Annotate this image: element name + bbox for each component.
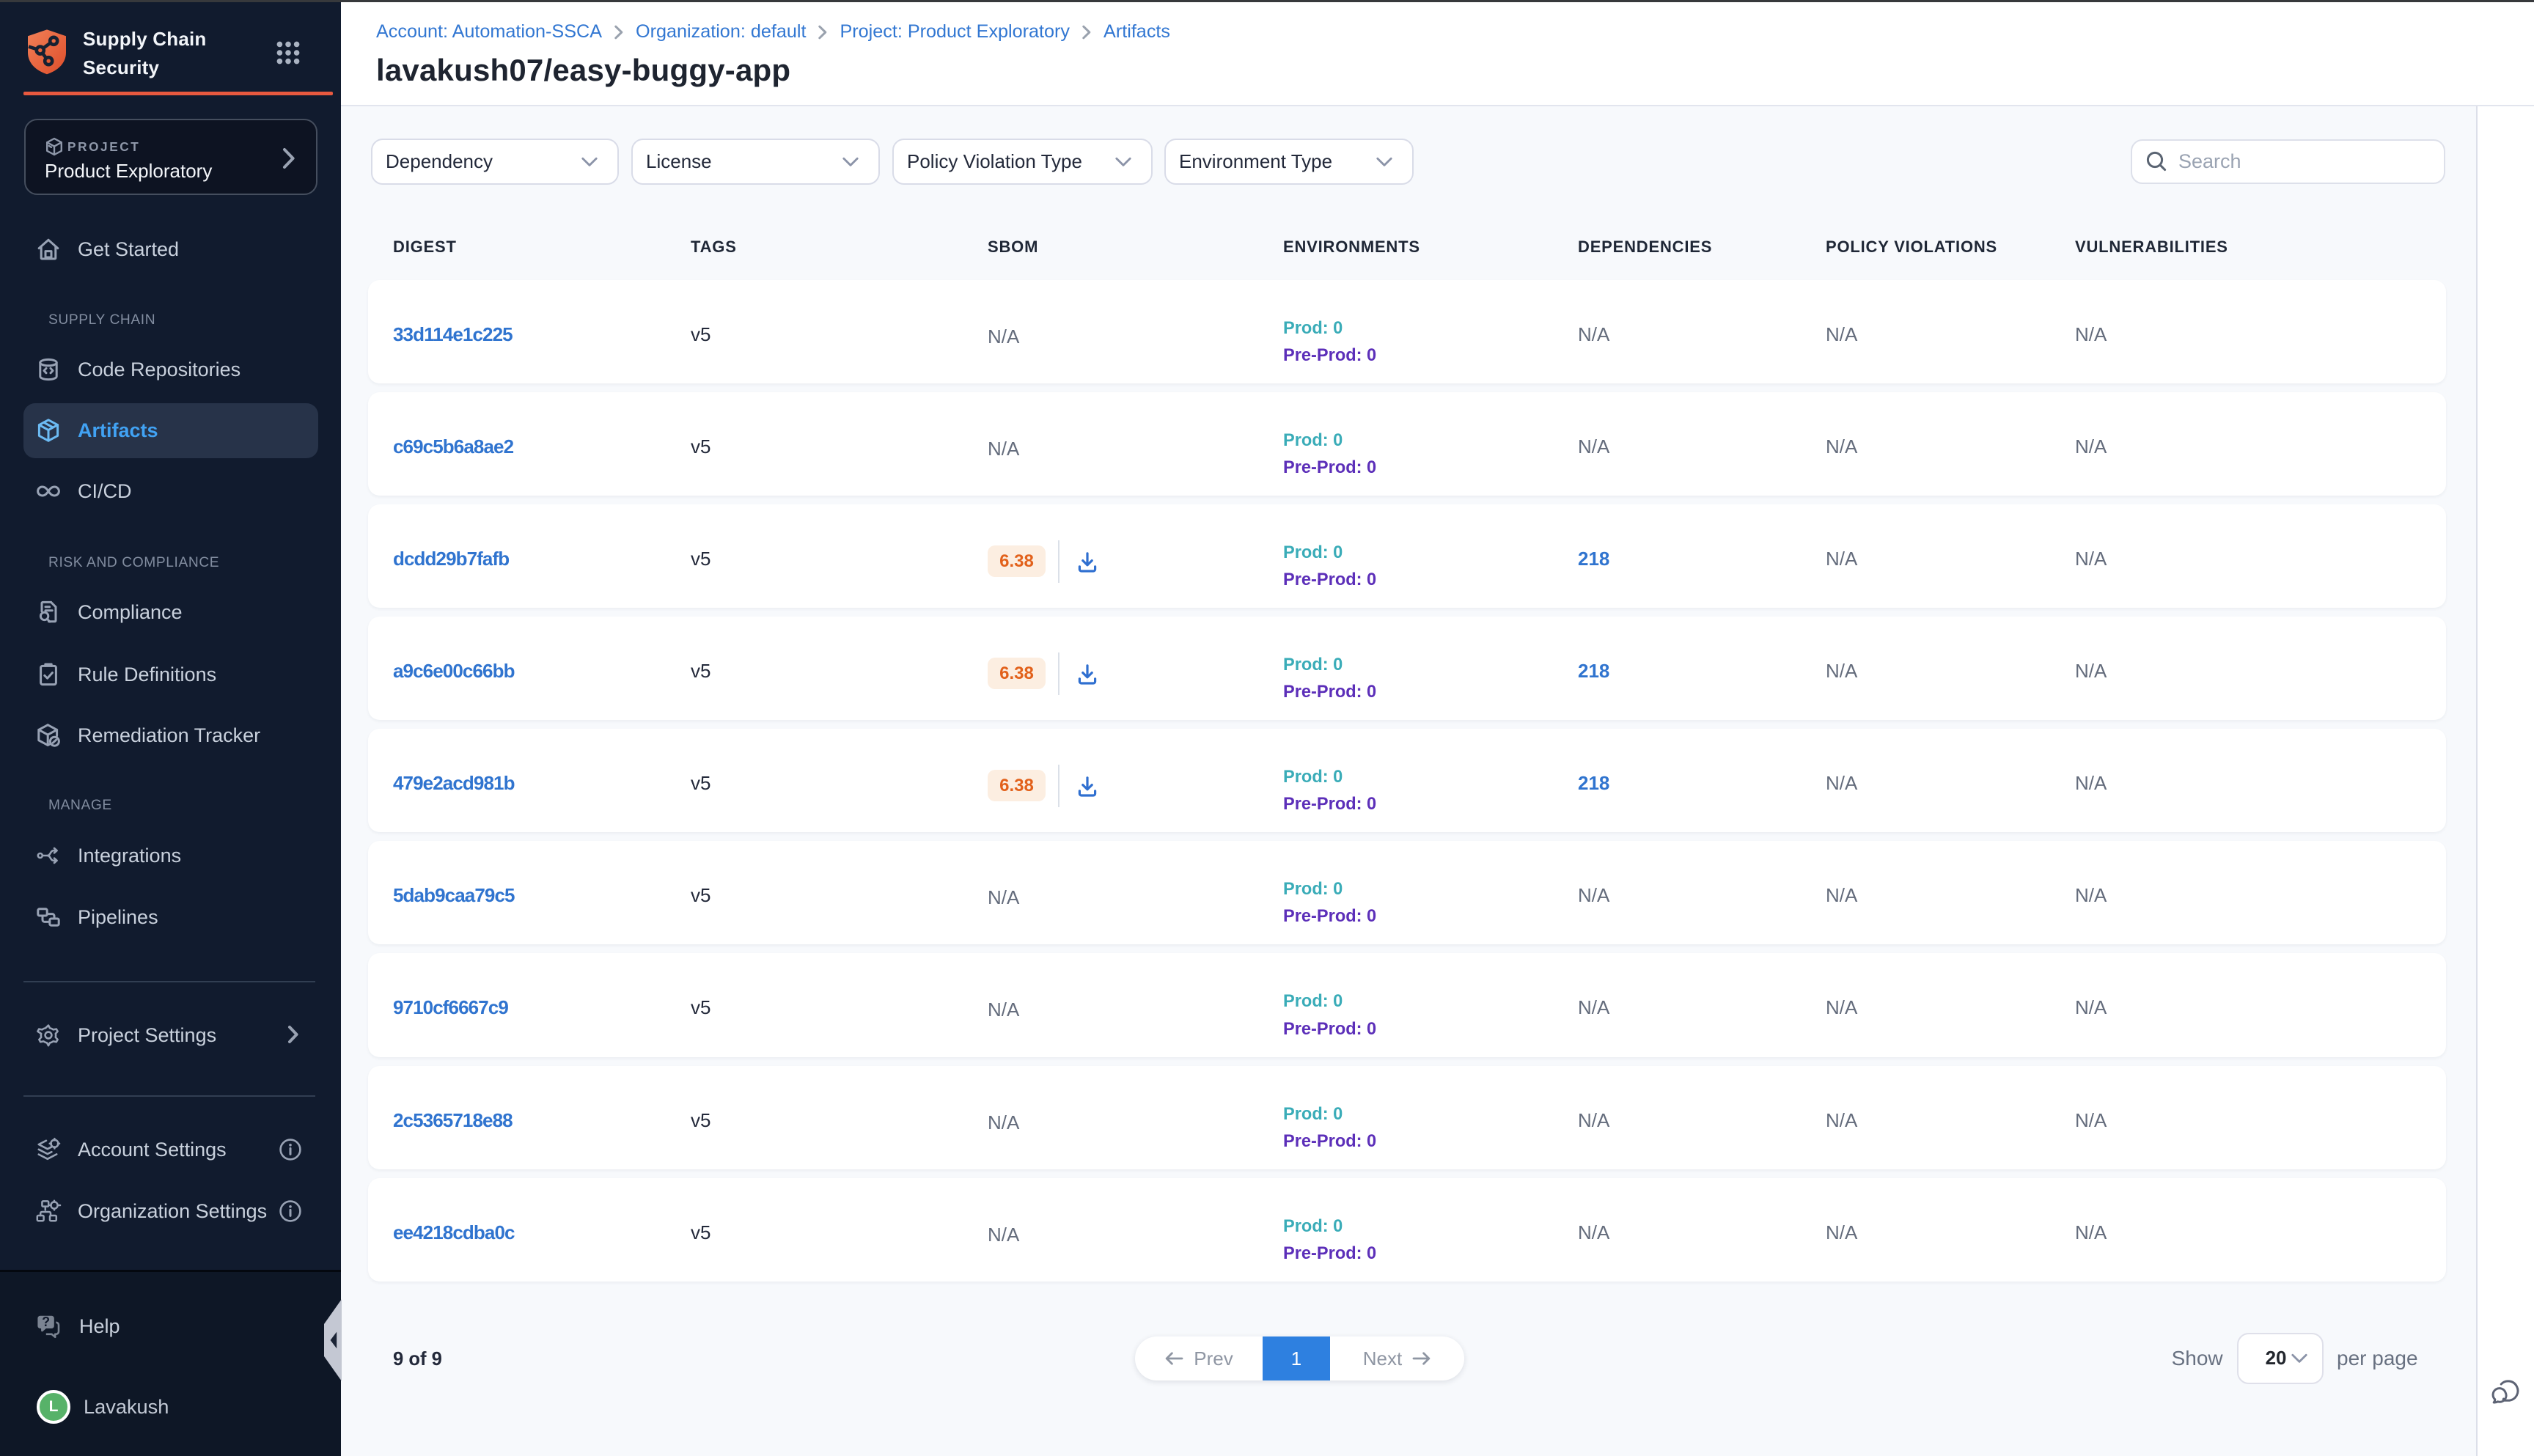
svg-text:?: ?	[42, 1315, 50, 1329]
